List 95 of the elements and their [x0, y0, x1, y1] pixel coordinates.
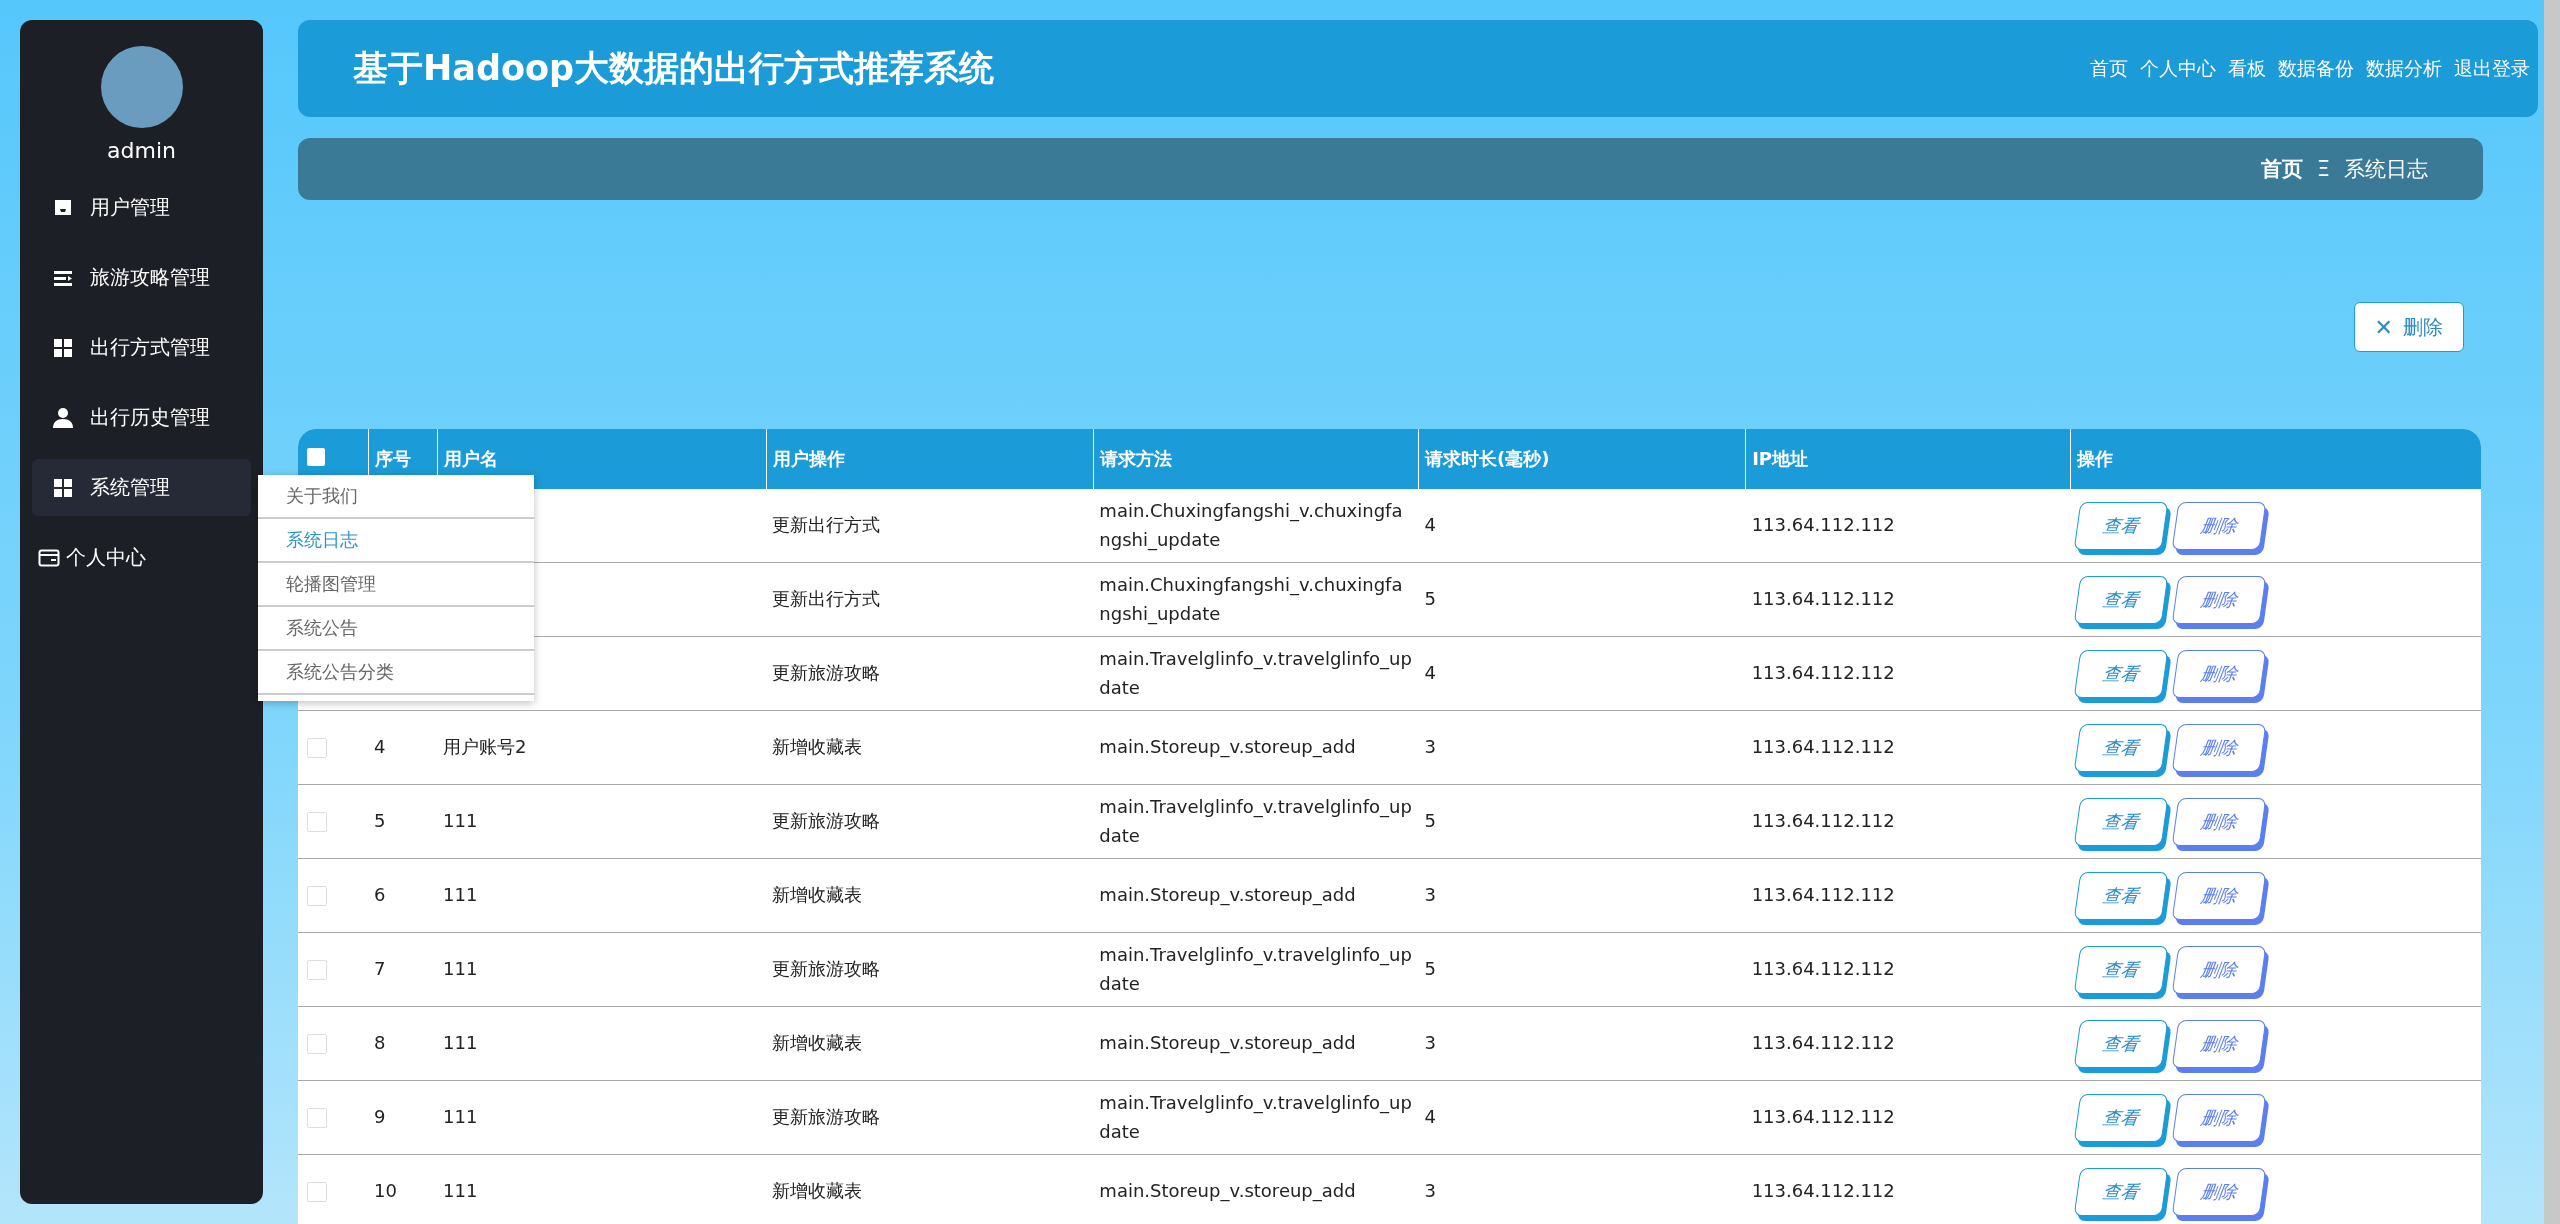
table-cell: 7 [374, 958, 386, 980]
username-label: admin [107, 138, 176, 163]
table-cell: 新增收藏表 [772, 1032, 863, 1054]
table-cell: main.Travelglinfo_v.travelglinfo_update [1099, 1091, 1412, 1142]
table-cell: 3 [1424, 884, 1436, 906]
column-header: 用户名 [437, 429, 767, 489]
table-cell: 新增收藏表 [772, 884, 863, 906]
table-cell: 更新旅游攻略 [772, 1106, 881, 1128]
table-cell: 4 [1424, 662, 1436, 684]
breadcrumb-link[interactable]: 首页 [2260, 155, 2303, 183]
row-checkbox[interactable] [307, 886, 327, 907]
table-cell: 更新出行方式 [772, 514, 881, 536]
table-cell: 113.64.112.112 [1751, 884, 1895, 906]
table-cell: main.Storeup_v.storeup_add [1099, 1180, 1356, 1202]
table-cell: 6 [374, 884, 386, 906]
table-cell: 113.64.112.112 [1751, 1032, 1895, 1054]
scrollbar[interactable] [2544, 0, 2560, 1224]
table-cell: 更新旅游攻略 [772, 662, 881, 684]
column-header: 操作 [2070, 429, 2481, 489]
nav-link[interactable]: 退出登录 [2454, 55, 2530, 82]
table-cell: 111 [443, 1180, 478, 1202]
table-cell: 更新旅游攻略 [772, 958, 881, 980]
delete-button[interactable]: ✕ 删除 [2353, 302, 2464, 352]
table-cell: 3 [1424, 1032, 1436, 1054]
table-cell: 新增收藏表 [772, 1180, 863, 1202]
sidebar-menu-item[interactable]: 用户管理 [32, 179, 251, 236]
row-checkbox[interactable] [307, 1182, 327, 1203]
row-checkbox[interactable] [307, 1108, 327, 1129]
table-cell: main.Chuxingfangshi_v.chuxingfangshi_update [1099, 573, 1403, 624]
row-checkbox[interactable] [307, 960, 327, 981]
submenu-item[interactable]: 系统日志 [258, 519, 534, 563]
table-cell: 113.64.112.112 [1751, 1106, 1895, 1128]
table-cell: 3 [1424, 1180, 1436, 1202]
nav-link[interactable]: 看板 [2228, 55, 2266, 82]
table-cell: 更新旅游攻略 [772, 810, 881, 832]
table-cell: main.Travelglinfo_v.travelglinfo_update [1099, 943, 1412, 994]
submenu-item[interactable]: 系统公告 [258, 607, 534, 651]
breadcrumb-separator: Ξ [2316, 157, 2330, 181]
table-cell: 4 [1424, 1106, 1436, 1128]
table-cell: 111 [443, 1106, 478, 1128]
user-icon [52, 406, 74, 429]
grid-icon [52, 476, 74, 499]
table-cell: 111 [443, 884, 478, 906]
table-cell: 113.64.112.112 [1751, 736, 1895, 758]
sidebar-menu-item[interactable]: 旅游攻略管理 [32, 249, 251, 306]
table-cell: 111 [443, 810, 478, 832]
submenu-item[interactable]: 关于我们 [258, 475, 534, 519]
column-header: 用户操作 [766, 429, 1094, 489]
table-cell: main.Travelglinfo_v.travelglinfo_update [1099, 795, 1412, 846]
column-header: 请求时长(毫秒) [1418, 429, 1746, 489]
app-title: 基于Hadoop大数据的出行方式推荐系统 [353, 47, 995, 90]
table-cell: 8 [374, 1032, 386, 1054]
table-cell: main.Travelglinfo_v.travelglinfo_update [1099, 647, 1412, 698]
breadcrumb-current: 系统日志 [2344, 156, 2428, 183]
table-cell: 5 [1424, 958, 1436, 980]
sidebar-menu-item[interactable]: 系统管理 [32, 459, 251, 516]
column-header: 请求方法 [1093, 429, 1419, 489]
table-cell: 113.64.112.112 [1751, 588, 1895, 610]
sidebar-menu-item[interactable]: 出行历史管理 [32, 389, 251, 446]
table-cell: 5 [1424, 588, 1436, 610]
table-cell: main.Storeup_v.storeup_add [1099, 1032, 1356, 1054]
table-cell: main.Storeup_v.storeup_add [1099, 884, 1356, 906]
table-cell: 更新出行方式 [772, 588, 881, 610]
table-cell: 113.64.112.112 [1751, 514, 1895, 536]
nav-link[interactable]: 个人中心 [2140, 55, 2216, 82]
row-checkbox[interactable] [307, 812, 327, 833]
nav-link[interactable]: 数据备份 [2278, 55, 2354, 82]
table-cell: 5 [1424, 810, 1436, 832]
table-cell: 9 [374, 1106, 386, 1128]
table-cell: 113.64.112.112 [1751, 1180, 1895, 1202]
table-cell: 113.64.112.112 [1751, 662, 1895, 684]
row-checkbox[interactable] [307, 1034, 327, 1055]
sidebar-menu-item[interactable]: 个人中心 [32, 529, 251, 586]
table-cell: 5 [374, 810, 386, 832]
table-cell: 新增收藏表 [772, 736, 863, 758]
submenu-item[interactable]: 轮播图管理 [258, 563, 534, 607]
table-cell: 用户账号2 [443, 736, 527, 758]
column-header: IP地址 [1745, 429, 2071, 489]
sidebar-menu-item[interactable]: 出行方式管理 [32, 319, 251, 376]
row-checkbox[interactable] [307, 738, 327, 759]
nav-link[interactable]: 数据分析 [2366, 55, 2442, 82]
select-all-checkbox[interactable] [307, 448, 325, 466]
table-cell: 3 [1424, 736, 1436, 758]
table-cell: 113.64.112.112 [1751, 958, 1895, 980]
table-cell: 10 [374, 1180, 397, 1202]
table-cell: main.Storeup_v.storeup_add [1099, 736, 1356, 758]
table-cell: 111 [443, 958, 478, 980]
submenu-item[interactable]: 系统公告分类 [258, 651, 534, 695]
grid-icon [52, 336, 74, 359]
table-cell: 4 [374, 736, 386, 758]
table-cell: 111 [443, 1032, 478, 1054]
table-cell: 113.64.112.112 [1751, 810, 1895, 832]
table-cell: 4 [1424, 514, 1436, 536]
table-cell: main.Chuxingfangshi_v.chuxingfangshi_update [1099, 499, 1403, 550]
nav-link[interactable]: 首页 [2090, 55, 2128, 82]
